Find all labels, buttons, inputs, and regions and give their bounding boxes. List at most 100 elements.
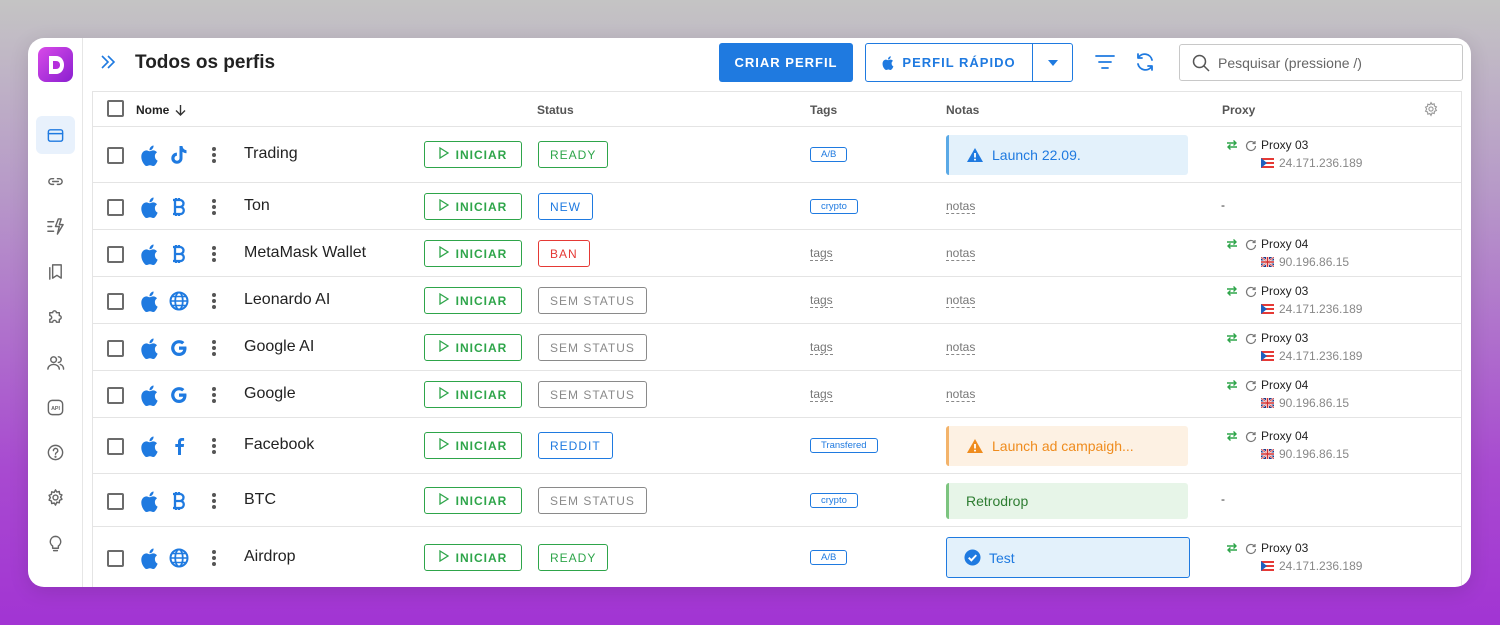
filter-button[interactable] — [1094, 51, 1116, 78]
refresh-button[interactable] — [1134, 51, 1156, 78]
sidebar-item-automation[interactable] — [36, 207, 75, 245]
table-row[interactable]: Facebook INICIAR REDDIT Transfered Launch ad… — [93, 418, 1461, 474]
start-profile-button[interactable]: INICIAR — [424, 141, 522, 168]
row-menu-button[interactable] — [211, 386, 217, 404]
profile-name[interactable]: Ton — [244, 197, 270, 215]
row-checkbox[interactable] — [107, 550, 124, 567]
spinner-icon[interactable] — [1245, 543, 1257, 558]
row-menu-button[interactable] — [211, 245, 217, 263]
notes-placeholder[interactable]: notas — [946, 340, 976, 355]
sidebar-item-links[interactable] — [36, 162, 75, 200]
tags-placeholder[interactable]: tags — [810, 340, 833, 355]
row-menu-button[interactable] — [211, 549, 217, 567]
spinner-icon[interactable] — [1245, 140, 1257, 155]
row-checkbox[interactable] — [107, 199, 124, 216]
column-settings-button[interactable] — [1423, 101, 1439, 122]
row-menu-button[interactable] — [211, 292, 217, 310]
swap-icon[interactable] — [1226, 238, 1238, 253]
row-checkbox[interactable] — [107, 147, 124, 164]
start-profile-button[interactable]: INICIAR — [424, 240, 522, 267]
tag-chip[interactable]: A/B — [810, 550, 848, 565]
proxy-cell[interactable]: Proxy 04 90.196.86.15 — [1226, 237, 1446, 271]
proxy-cell[interactable]: Proxy 03 24.171.236.189 — [1226, 331, 1446, 365]
start-profile-button[interactable]: INICIAR — [424, 487, 522, 514]
table-row[interactable]: Trading INICIAR READY A/B Launch 22.09. Proxy… — [93, 127, 1461, 183]
table-row[interactable]: Google AI INICIAR SEM STATUS tags notas Proxy… — [93, 324, 1461, 371]
start-profile-button[interactable]: INICIAR — [424, 193, 522, 220]
tag-chip[interactable]: A/B — [810, 147, 848, 162]
swap-icon[interactable] — [1226, 430, 1238, 445]
swap-icon[interactable] — [1226, 139, 1238, 154]
note-card[interactable]: Launch 22.09. — [946, 135, 1188, 175]
proxy-cell[interactable]: Proxy 03 24.171.236.189 — [1226, 138, 1446, 172]
quick-profile-dropdown[interactable] — [1033, 44, 1072, 81]
swap-icon[interactable] — [1226, 379, 1238, 394]
start-profile-button[interactable]: INICIAR — [424, 287, 522, 314]
note-card[interactable]: Test — [946, 537, 1190, 578]
sidebar-item-help[interactable] — [36, 433, 75, 471]
status-badge[interactable]: SEM STATUS — [538, 287, 647, 314]
create-profile-button[interactable]: CRIAR PERFIL — [719, 43, 853, 82]
row-menu-button[interactable] — [211, 339, 217, 357]
sidebar-item-settings[interactable] — [36, 478, 75, 516]
row-checkbox[interactable] — [107, 438, 124, 455]
row-checkbox[interactable] — [107, 340, 124, 357]
sidebar-item-team[interactable] — [36, 343, 75, 381]
note-card[interactable]: Retrodrop — [946, 483, 1188, 519]
app-logo[interactable] — [38, 47, 73, 82]
status-badge[interactable]: BAN — [538, 240, 590, 267]
profile-name[interactable]: BTC — [244, 491, 276, 509]
swap-icon[interactable] — [1226, 332, 1238, 347]
status-badge[interactable]: NEW — [538, 193, 593, 220]
status-badge[interactable]: SEM STATUS — [538, 487, 647, 514]
notes-placeholder[interactable]: notas — [946, 293, 976, 308]
table-row[interactable]: Leonardo AI INICIAR SEM STATUS tags notas Pro… — [93, 277, 1461, 324]
start-profile-button[interactable]: INICIAR — [424, 544, 522, 571]
spinner-icon[interactable] — [1245, 239, 1257, 254]
table-row[interactable]: MetaMask Wallet INICIAR BAN tags notas Proxy … — [93, 230, 1461, 277]
row-menu-button[interactable] — [211, 198, 217, 216]
row-checkbox[interactable] — [107, 493, 124, 510]
tags-placeholder[interactable]: tags — [810, 246, 833, 261]
row-checkbox[interactable] — [107, 387, 124, 404]
profile-name[interactable]: Google — [244, 385, 296, 403]
swap-icon[interactable] — [1226, 542, 1238, 557]
profile-name[interactable]: Facebook — [244, 436, 314, 454]
start-profile-button[interactable]: INICIAR — [424, 334, 522, 361]
quick-profile-button[interactable]: PERFIL RÁPIDO — [866, 44, 1033, 81]
profile-name[interactable]: Google AI — [244, 338, 314, 356]
start-profile-button[interactable]: INICIAR — [424, 381, 522, 408]
profile-name[interactable]: Trading — [244, 145, 298, 163]
start-profile-button[interactable]: INICIAR — [424, 432, 522, 459]
profile-name[interactable]: Airdrop — [244, 548, 296, 566]
sidebar-item-api[interactable]: API — [36, 388, 75, 426]
search-input[interactable] — [1218, 54, 1448, 71]
select-all-checkbox[interactable] — [107, 100, 124, 117]
row-menu-button[interactable] — [211, 146, 217, 164]
row-menu-button[interactable] — [211, 492, 217, 510]
notes-placeholder[interactable]: notas — [946, 199, 976, 214]
tag-chip[interactable]: crypto — [810, 493, 858, 508]
spinner-icon[interactable] — [1245, 380, 1257, 395]
tag-chip[interactable]: Transfered — [810, 438, 878, 453]
status-badge[interactable]: REDDIT — [538, 432, 613, 459]
status-badge[interactable]: SEM STATUS — [538, 381, 647, 408]
table-row[interactable]: Ton INICIAR NEW crypto notas - — [93, 183, 1461, 230]
table-row[interactable]: Airdrop INICIAR READY A/B Test Proxy 03 24.171… — [93, 527, 1461, 587]
notes-placeholder[interactable]: notas — [946, 387, 976, 402]
proxy-cell[interactable]: Proxy 04 90.196.86.15 — [1226, 378, 1446, 412]
tags-placeholder[interactable]: tags — [810, 387, 833, 402]
row-checkbox[interactable] — [107, 246, 124, 263]
tag-chip[interactable]: crypto — [810, 199, 858, 214]
table-row[interactable]: Google INICIAR SEM STATUS tags notas Proxy 04… — [93, 371, 1461, 418]
proxy-cell[interactable]: Proxy 03 24.171.236.189 — [1226, 541, 1446, 575]
spinner-icon[interactable] — [1245, 286, 1257, 301]
column-header-name[interactable]: Nome — [136, 103, 186, 117]
swap-icon[interactable] — [1226, 285, 1238, 300]
status-badge[interactable]: READY — [538, 544, 609, 571]
notes-placeholder[interactable]: notas — [946, 246, 976, 261]
spinner-icon[interactable] — [1245, 431, 1257, 446]
profile-name[interactable]: MetaMask Wallet — [244, 244, 366, 262]
spinner-icon[interactable] — [1245, 333, 1257, 348]
sidebar-item-extensions[interactable] — [36, 297, 75, 335]
